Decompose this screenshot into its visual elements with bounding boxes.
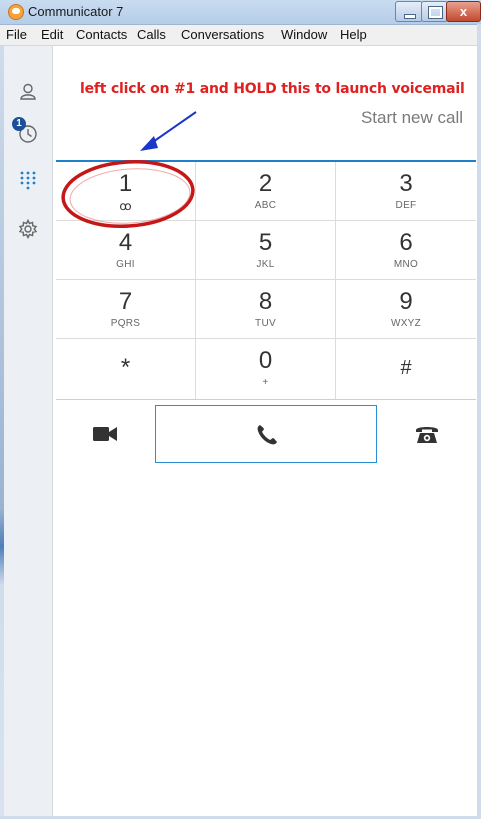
rail-edge <box>0 46 4 816</box>
dialpad: 1 ꝏ 2 ABC 3 DEF 4 GHI 5 JKL 6 MNO 7 PQRS <box>56 162 476 400</box>
dial-key-2[interactable]: 2 ABC <box>196 162 336 221</box>
dial-key-digit: 9 <box>399 288 413 315</box>
dial-key-letters: ABC <box>254 200 277 211</box>
menu-file[interactable]: File <box>6 27 27 42</box>
dial-key-digit: 4 <box>118 229 133 256</box>
dial-key-letters: WXYZ <box>390 318 422 329</box>
menu-edit[interactable]: Edit <box>41 27 63 42</box>
maximize-button[interactable] <box>421 1 448 22</box>
dial-key-hash[interactable]: # <box>336 339 476 400</box>
recent-calls-badge: 1 <box>12 117 26 131</box>
dial-key-letters: + <box>262 377 269 388</box>
voicemail-icon: ꝏ <box>119 199 132 213</box>
dial-key-8[interactable]: 8 TUV <box>196 280 336 339</box>
call-button[interactable] <box>155 405 377 463</box>
dial-key-9[interactable]: 9 WXYZ <box>336 280 476 339</box>
dial-key-digit: 0 <box>258 347 273 374</box>
menu-calls[interactable]: Calls <box>137 27 166 42</box>
contacts-icon[interactable] <box>18 82 38 102</box>
dial-key-letters: MNO <box>393 259 419 270</box>
dial-key-letters: JKL <box>256 259 275 270</box>
minimize-button[interactable] <box>395 1 423 22</box>
window-right-border <box>477 24 481 819</box>
settings-gear-icon[interactable] <box>18 219 38 239</box>
dialpad-icon[interactable] <box>18 170 38 190</box>
window-title: Communicator 7 <box>28 4 124 19</box>
menu-contacts[interactable]: Contacts <box>76 27 127 42</box>
dial-key-letters: PQRS <box>110 318 141 329</box>
dialpad-bottom-divider <box>56 399 476 400</box>
menu-conversations[interactable]: Conversations <box>181 27 264 42</box>
dial-key-digit: # <box>400 357 412 379</box>
dial-key-star[interactable]: * <box>56 339 196 400</box>
dial-key-6[interactable]: 6 MNO <box>336 221 476 280</box>
close-icon: x <box>459 4 468 19</box>
dial-key-3[interactable]: 3 DEF <box>336 162 476 221</box>
menu-help[interactable]: Help <box>340 27 367 42</box>
dial-key-digit: 8 <box>258 288 273 315</box>
dial-key-5[interactable]: 5 JKL <box>196 221 336 280</box>
close-button[interactable]: x <box>446 1 481 22</box>
dial-key-letters: GHI <box>116 259 135 270</box>
dial-key-0[interactable]: 0 + <box>196 339 336 400</box>
desk-phone-icon[interactable] <box>415 423 439 445</box>
menu-window[interactable]: Window <box>281 27 327 42</box>
dial-key-1[interactable]: 1 ꝏ <box>56 162 196 221</box>
dial-key-4[interactable]: 4 GHI <box>56 221 196 280</box>
start-new-call-label[interactable]: Start new call <box>361 108 463 128</box>
dial-key-7[interactable]: 7 PQRS <box>56 280 196 339</box>
dial-key-digit: 6 <box>399 229 413 256</box>
dial-key-digit: * <box>120 354 131 381</box>
dial-key-digit: 5 <box>258 229 273 256</box>
dial-key-digit: 2 <box>258 170 273 197</box>
phone-handset-icon <box>257 425 277 445</box>
annotation-text: left click on #1 and HOLD this to launch… <box>80 81 465 97</box>
app-logo-icon <box>8 4 24 20</box>
dial-key-letters: DEF <box>395 200 417 211</box>
video-camera-icon[interactable] <box>92 425 118 443</box>
dial-key-digit: 1 <box>118 170 133 197</box>
menu-bar: File Edit Contacts Calls Conversations W… <box>0 25 481 46</box>
dial-key-digit: 3 <box>399 170 413 197</box>
title-bar[interactable]: Communicator 7 x <box>0 0 481 25</box>
dial-key-letters: TUV <box>255 318 276 329</box>
dial-key-digit: 7 <box>118 288 133 315</box>
navigation-rail <box>0 46 53 816</box>
communicator-window: Communicator 7 x File Edit Contacts Call… <box>0 0 481 819</box>
